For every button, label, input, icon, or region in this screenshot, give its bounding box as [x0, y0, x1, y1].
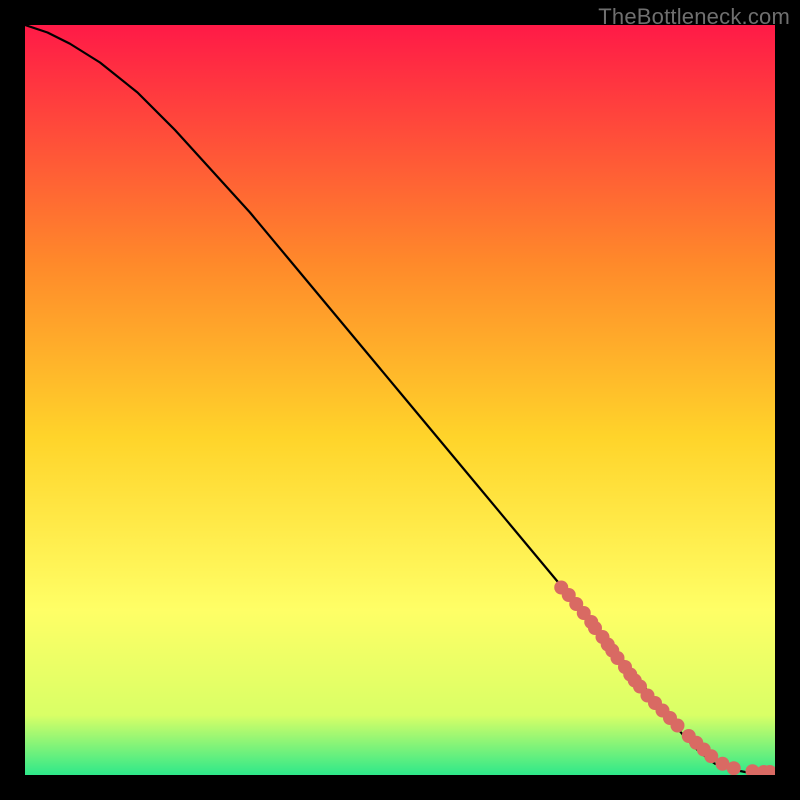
data-point [727, 761, 741, 775]
data-point [671, 719, 685, 733]
watermark-text: TheBottleneck.com [598, 4, 790, 30]
chart-frame: TheBottleneck.com [0, 0, 800, 800]
gradient-background [25, 25, 775, 775]
plot-area [25, 25, 775, 775]
chart-svg [25, 25, 775, 775]
